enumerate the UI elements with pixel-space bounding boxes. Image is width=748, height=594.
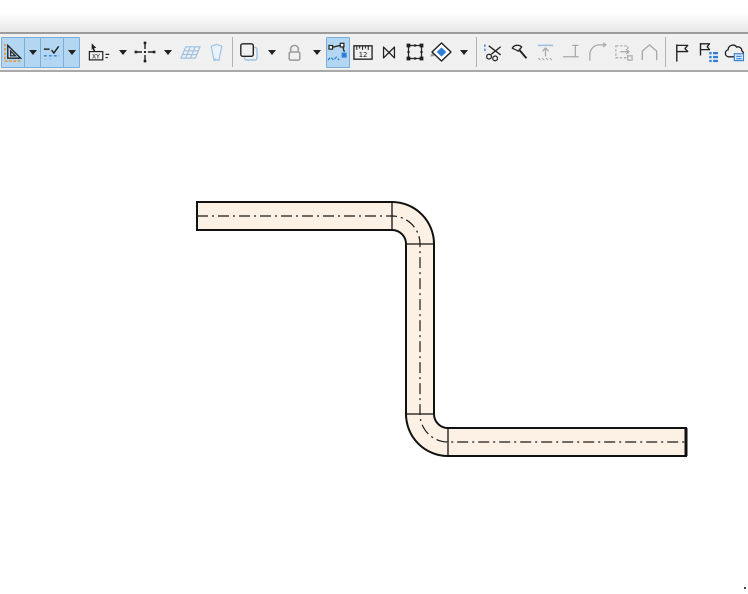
- resize-button[interactable]: [403, 37, 427, 68]
- trim-icon: [482, 42, 505, 63]
- move-frame-button: [611, 37, 635, 68]
- dropdown-arrow-icon: [311, 44, 323, 60]
- toolbar-divider: [476, 37, 477, 67]
- app-window: XY 12: [0, 0, 748, 594]
- snap-guides-icon: [42, 42, 63, 63]
- measure-icon: 12: [351, 42, 375, 63]
- extend-icon: [561, 42, 582, 63]
- measure-button[interactable]: 12: [351, 37, 375, 68]
- markup-tools-button[interactable]: [696, 37, 720, 68]
- trim-button[interactable]: [481, 37, 505, 68]
- coordinates-button[interactable]: XY: [88, 37, 112, 68]
- revision-cloud-button[interactable]: [722, 37, 746, 68]
- suspend-groups-button[interactable]: [282, 37, 306, 68]
- extend-button: [559, 37, 583, 68]
- dropdown-arrow-icon: [117, 44, 129, 60]
- inject-parameters-button[interactable]: [429, 37, 453, 68]
- dropdown-arrow-icon: [66, 44, 78, 60]
- pipe-centerline: [197, 215, 686, 443]
- dropdown-arrow-icon: [458, 44, 470, 60]
- markup-entry-button[interactable]: [670, 37, 694, 68]
- fillet-icon: [587, 41, 608, 63]
- resize-icon: [404, 41, 426, 63]
- snap-guides-dropdown[interactable]: [63, 36, 80, 68]
- guide-lines-dropdown[interactable]: [24, 36, 41, 68]
- svg-text:XY: XY: [92, 52, 100, 60]
- intersect-icon: [639, 42, 660, 63]
- split-icon: [509, 42, 530, 63]
- trace-reference-button: [204, 37, 228, 68]
- window-top-strip: [0, 0, 748, 34]
- pipe-drawing[interactable]: [0, 72, 748, 592]
- dropdown-arrow-icon: [266, 44, 278, 60]
- toolbar-divider: [232, 37, 233, 67]
- trace-reference-icon: [206, 42, 227, 63]
- toolbar-divider: [665, 37, 666, 67]
- stretch-icon: [379, 42, 399, 63]
- drawing-canvas[interactable]: [0, 72, 748, 592]
- coordinates-icon: XY: [88, 42, 112, 63]
- snap-points-icon: [134, 41, 156, 63]
- grid-snap-icon: [179, 42, 202, 63]
- fillet-button: [585, 37, 609, 68]
- toolbar: XY 12: [0, 34, 748, 72]
- edit-geometry-icon: [326, 41, 350, 63]
- offset-button[interactable]: [237, 37, 261, 68]
- guide-lines-button[interactable]: [1, 36, 25, 68]
- suspend-groups-dropdown[interactable]: [308, 37, 325, 68]
- flag-icon: [673, 42, 692, 63]
- coordinates-dropdown[interactable]: [114, 37, 131, 68]
- offset-icon: [238, 41, 260, 63]
- flag-list-icon: [697, 41, 719, 63]
- split-button[interactable]: [507, 37, 531, 68]
- padlock-icon: [284, 42, 305, 63]
- intersect-button: [637, 37, 661, 68]
- pipe-body: [196, 201, 687, 457]
- cloud-list-icon: [723, 42, 746, 63]
- adjust-icon: [535, 42, 556, 63]
- edit-geometry-button[interactable]: [326, 36, 350, 68]
- inject-parameters-dropdown[interactable]: [455, 37, 472, 68]
- dropdown-arrow-icon: [162, 44, 174, 60]
- grid-snap-button: [178, 37, 202, 68]
- frame-icon: [613, 42, 634, 63]
- stray-mark: [744, 587, 746, 589]
- inject-icon: [429, 41, 454, 63]
- snap-points-dropdown[interactable]: [159, 37, 176, 68]
- adjust-button: [533, 37, 557, 68]
- stretch-button[interactable]: [377, 37, 401, 68]
- svg-text:12: 12: [359, 50, 368, 59]
- snap-points-button[interactable]: [133, 37, 157, 68]
- dropdown-arrow-icon: [27, 44, 39, 60]
- offset-dropdown[interactable]: [263, 37, 280, 68]
- snap-guides-button[interactable]: [40, 36, 64, 68]
- guide-lines-icon: [3, 42, 24, 63]
